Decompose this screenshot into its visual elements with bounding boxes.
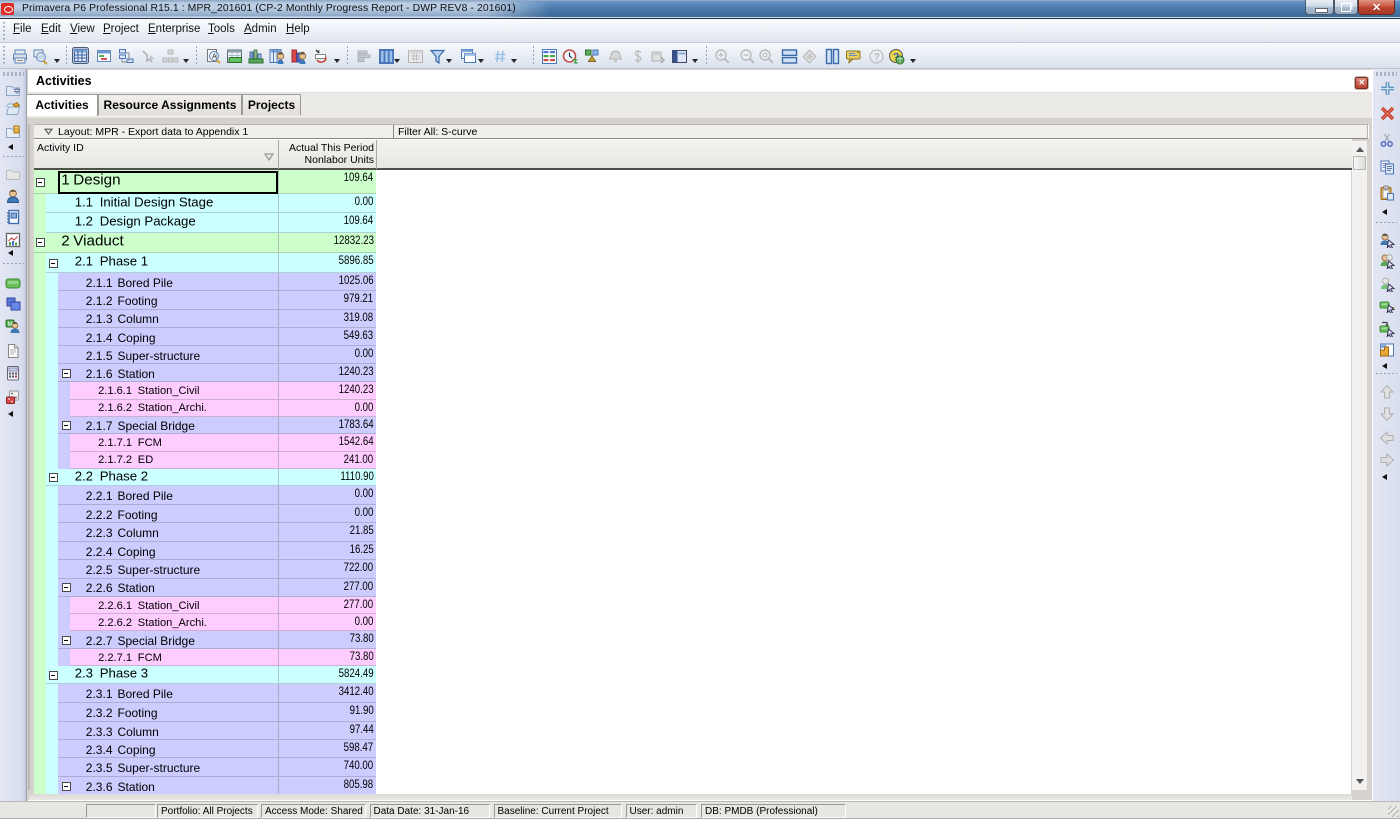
svg-text:A: A [212,54,217,61]
svg-text:?: ? [874,52,880,63]
